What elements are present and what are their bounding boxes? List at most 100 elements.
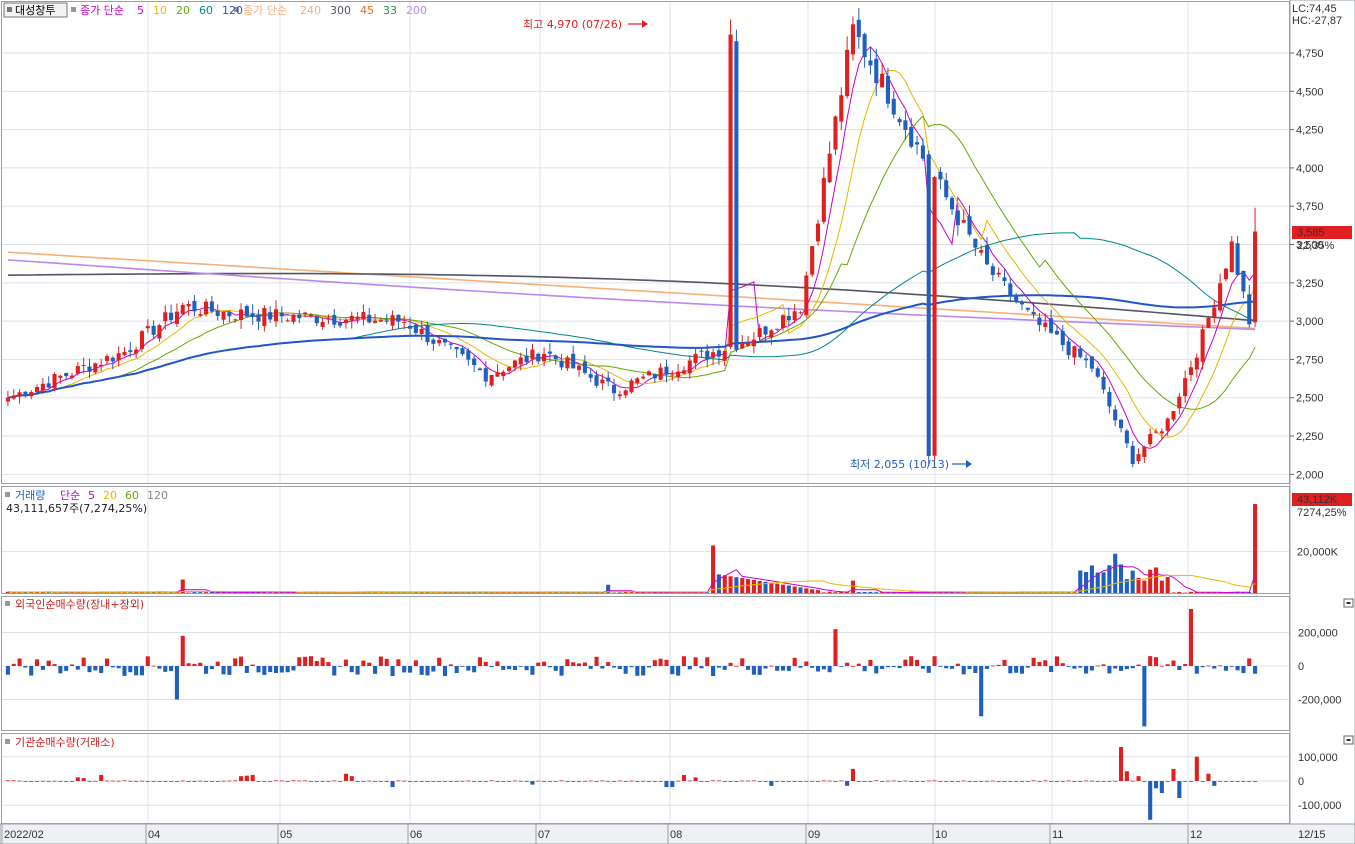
- time-tick-label: 04: [148, 829, 160, 841]
- foreign-bar: [11, 663, 16, 666]
- foreign-bar: [116, 666, 121, 669]
- institution-bar: [1107, 780, 1112, 782]
- institution-bar: [932, 780, 937, 782]
- time-tick-label: 10: [935, 829, 947, 841]
- institution-bar: [338, 781, 343, 782]
- foreign-bar: [250, 664, 255, 666]
- foreign-bar: [1142, 666, 1147, 727]
- institution-bar: [483, 781, 488, 782]
- foreign-bar: [850, 665, 856, 667]
- candle-body: [40, 383, 45, 391]
- volume-bar: [1142, 580, 1147, 593]
- institution-bar: [996, 781, 1001, 782]
- foreign-bar: [291, 666, 296, 671]
- foreign-bar: [880, 666, 885, 670]
- institution-bar: [99, 774, 104, 781]
- foreign-bar: [1101, 664, 1106, 666]
- foreign-bar: [1212, 666, 1217, 669]
- institution-bar: [419, 781, 424, 782]
- candle-body: [979, 250, 984, 253]
- foreign-bar: [571, 662, 576, 666]
- foreign-bar: [722, 666, 727, 670]
- volume-bar: [786, 585, 791, 593]
- institution-bar: [990, 780, 995, 782]
- volume-bar: [1177, 591, 1182, 593]
- candle-body: [128, 350, 133, 353]
- institution-bar: [134, 781, 139, 782]
- foreign-bar: [1078, 666, 1083, 668]
- foreign-bar: [716, 666, 721, 668]
- foreign-bar: [646, 666, 652, 668]
- institution-bar: [396, 780, 401, 782]
- foreign-bar: [1136, 664, 1141, 666]
- candle-body: [64, 372, 69, 377]
- institution-bar: [204, 781, 209, 782]
- foreign-bar: [238, 656, 244, 666]
- candle-body: [1008, 283, 1013, 296]
- institution-bar: [192, 781, 197, 782]
- foreign-bar: [856, 663, 861, 666]
- institution-bar: [1159, 781, 1164, 794]
- institution-bar: [1002, 781, 1007, 782]
- volume-bar: [1188, 591, 1194, 593]
- candle-body: [705, 350, 710, 360]
- candle-body: [961, 219, 966, 223]
- institution-bar: [897, 781, 902, 782]
- candle-body: [775, 328, 780, 330]
- institution-bar: [611, 781, 617, 782]
- time-tick-label: 12/15: [1298, 829, 1326, 841]
- foreign-bar: [833, 629, 838, 666]
- foreign-bar: [483, 661, 488, 666]
- foreign-bar: [244, 666, 249, 673]
- volume-ma-label: 단순: [60, 489, 80, 502]
- foreign-bar: [407, 666, 413, 673]
- foreign-bar: [378, 656, 383, 666]
- institution-bar: [501, 781, 506, 782]
- institution-bar: [1136, 776, 1141, 781]
- volume-ma-period: 5: [88, 489, 95, 502]
- candle-body: [180, 304, 185, 315]
- institution-bar: [373, 780, 378, 782]
- candle-body: [932, 177, 937, 456]
- foreign-bar: [338, 666, 343, 667]
- candle-body: [151, 325, 156, 335]
- foreign-bar: [961, 666, 966, 675]
- institution-bar: [378, 781, 383, 782]
- foreign-bar: [279, 666, 284, 673]
- candle-body: [553, 356, 558, 360]
- institution-bar: [903, 780, 908, 782]
- foreign-bar: [1159, 665, 1164, 667]
- foreign-bar: [827, 666, 832, 673]
- candle-body: [711, 352, 716, 358]
- stock-chart[interactable]: 2,0002,2502,5002,7503,0003,2503,5003,750…: [0, 0, 1355, 844]
- candle-body: [11, 395, 16, 399]
- institution-bar: [1037, 781, 1042, 782]
- foreign-bar: [262, 666, 267, 675]
- candle-body: [1136, 454, 1141, 462]
- candle-body: [1194, 357, 1199, 370]
- institution-bar: [1235, 781, 1240, 782]
- institution-bar: [308, 781, 314, 782]
- candle-body: [99, 364, 104, 367]
- volume-bar: [198, 592, 203, 593]
- ma-long-period: 33: [383, 4, 397, 17]
- institution-bar: [949, 781, 955, 782]
- ma-short-period: 10: [153, 4, 167, 17]
- institution-bar: [571, 781, 576, 782]
- institution-bar: [979, 781, 984, 782]
- foreign-bar: [17, 658, 22, 666]
- institution-bar: [705, 781, 710, 782]
- foreign-bar: [1148, 656, 1153, 666]
- institution-bar: [448, 781, 453, 782]
- institution-bar: [769, 781, 774, 786]
- institution-bar: [390, 781, 395, 788]
- candle-body: [746, 342, 751, 346]
- candle-body: [804, 275, 809, 316]
- candle-body: [786, 315, 791, 321]
- institution-bar: [588, 780, 593, 782]
- candle-body: [460, 348, 465, 355]
- foreign-bar: [314, 661, 319, 666]
- institution-bar: [1025, 781, 1030, 782]
- foreign-bar: [1084, 666, 1089, 674]
- hc-label: HC:-27,87: [1292, 15, 1342, 27]
